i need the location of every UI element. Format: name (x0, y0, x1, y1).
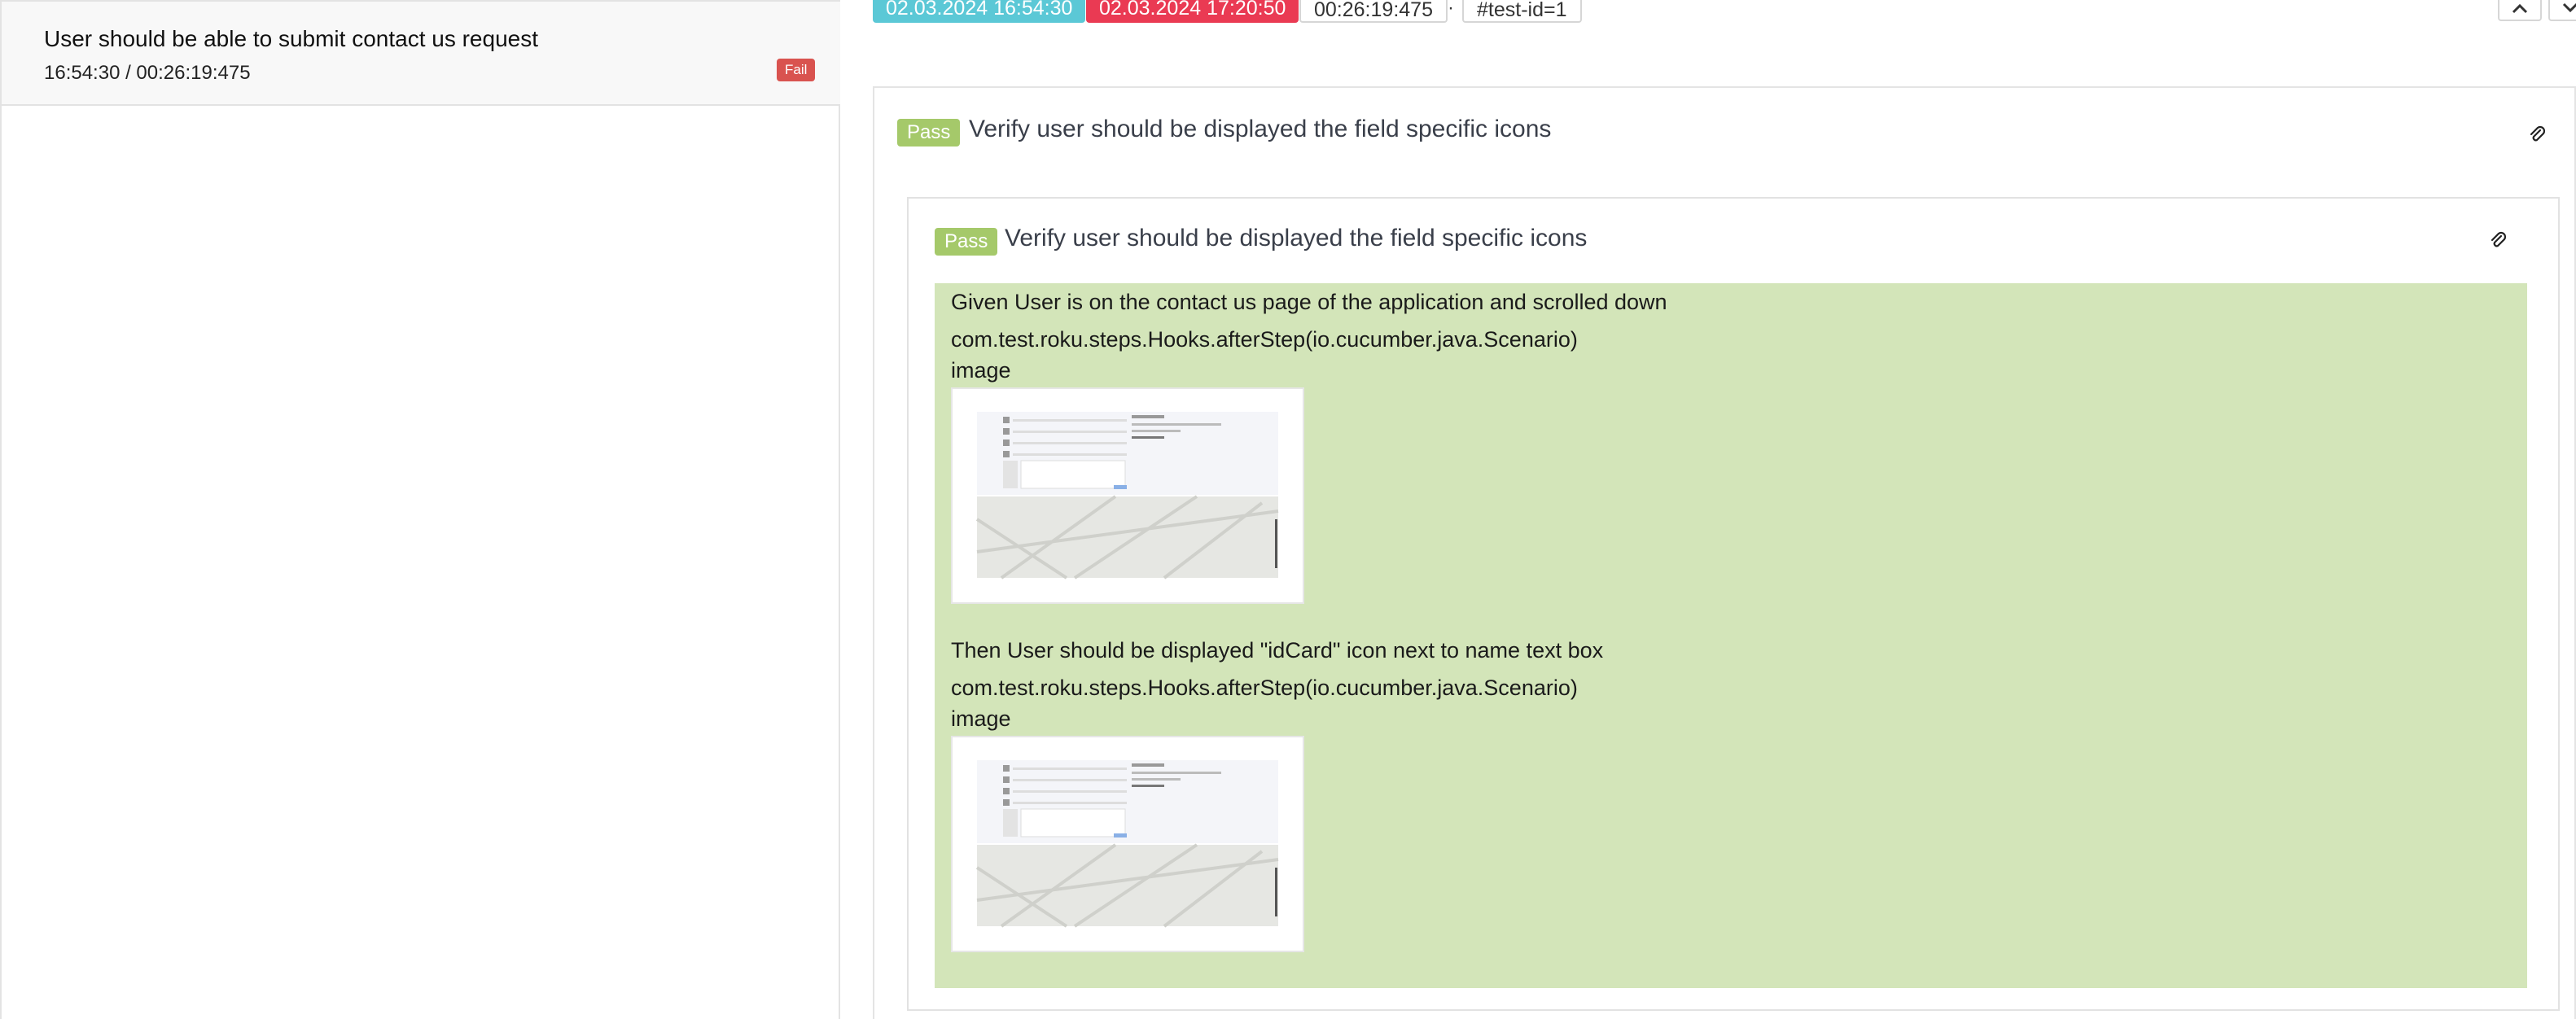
step-text: Then User should be displayed "idCard" i… (951, 638, 1604, 663)
screenshot-thumbnail[interactable] (951, 736, 1304, 952)
test-id-chip: #test-id=1 (1462, 0, 1582, 23)
separator: · (1448, 0, 1454, 19)
test-item-title: User should be able to submit contact us… (44, 26, 539, 51)
scenario-title[interactable]: Verify user should be displayed the fiel… (969, 116, 1551, 143)
attachment-label: image (951, 706, 1011, 731)
paperclip-icon[interactable] (2527, 125, 2547, 145)
end-time-chip: 02.03.2024 17:20:50 (1086, 0, 1299, 23)
test-detail-panel: 02.03.2024 16:54:30 02.03.2024 17:20:50 … (840, 0, 2576, 1019)
attachment-label: image (951, 358, 1011, 383)
test-item-time: 16:54:30 / 00:26:19:475 (44, 62, 251, 84)
screenshot-thumbnail[interactable] (951, 387, 1304, 604)
test-list-item[interactable]: User should be able to submit contact us… (2, 0, 840, 106)
step-hook: com.test.roku.steps.Hooks.afterStep(io.c… (951, 676, 1578, 700)
step-group-title[interactable]: Verify user should be displayed the fiel… (1005, 225, 1587, 252)
start-time-chip: 02.03.2024 16:54:30 (873, 0, 1086, 23)
paperclip-icon[interactable] (2488, 231, 2508, 251)
scenario-card: Pass Verify user should be displayed the… (873, 86, 2576, 1019)
steps-list: Given User is on the contact us page of … (935, 283, 2527, 988)
step-group-card: Pass Verify user should be displayed the… (907, 197, 2560, 1011)
test-list-panel: User should be able to submit contact us… (0, 0, 840, 1019)
chevron-up-icon (2512, 3, 2528, 14)
status-badge: Pass (897, 119, 961, 147)
previous-button[interactable] (2498, 0, 2542, 21)
status-badge: Fail (777, 59, 816, 81)
step-text: Given User is on the contact us page of … (951, 290, 1667, 314)
step-hook: com.test.roku.steps.Hooks.afterStep(io.c… (951, 327, 1578, 352)
chevron-down-icon (2562, 2, 2576, 13)
status-badge: Pass (935, 228, 998, 256)
duration-chip: 00:26:19:475 (1299, 0, 1448, 23)
next-button[interactable] (2548, 0, 2576, 21)
